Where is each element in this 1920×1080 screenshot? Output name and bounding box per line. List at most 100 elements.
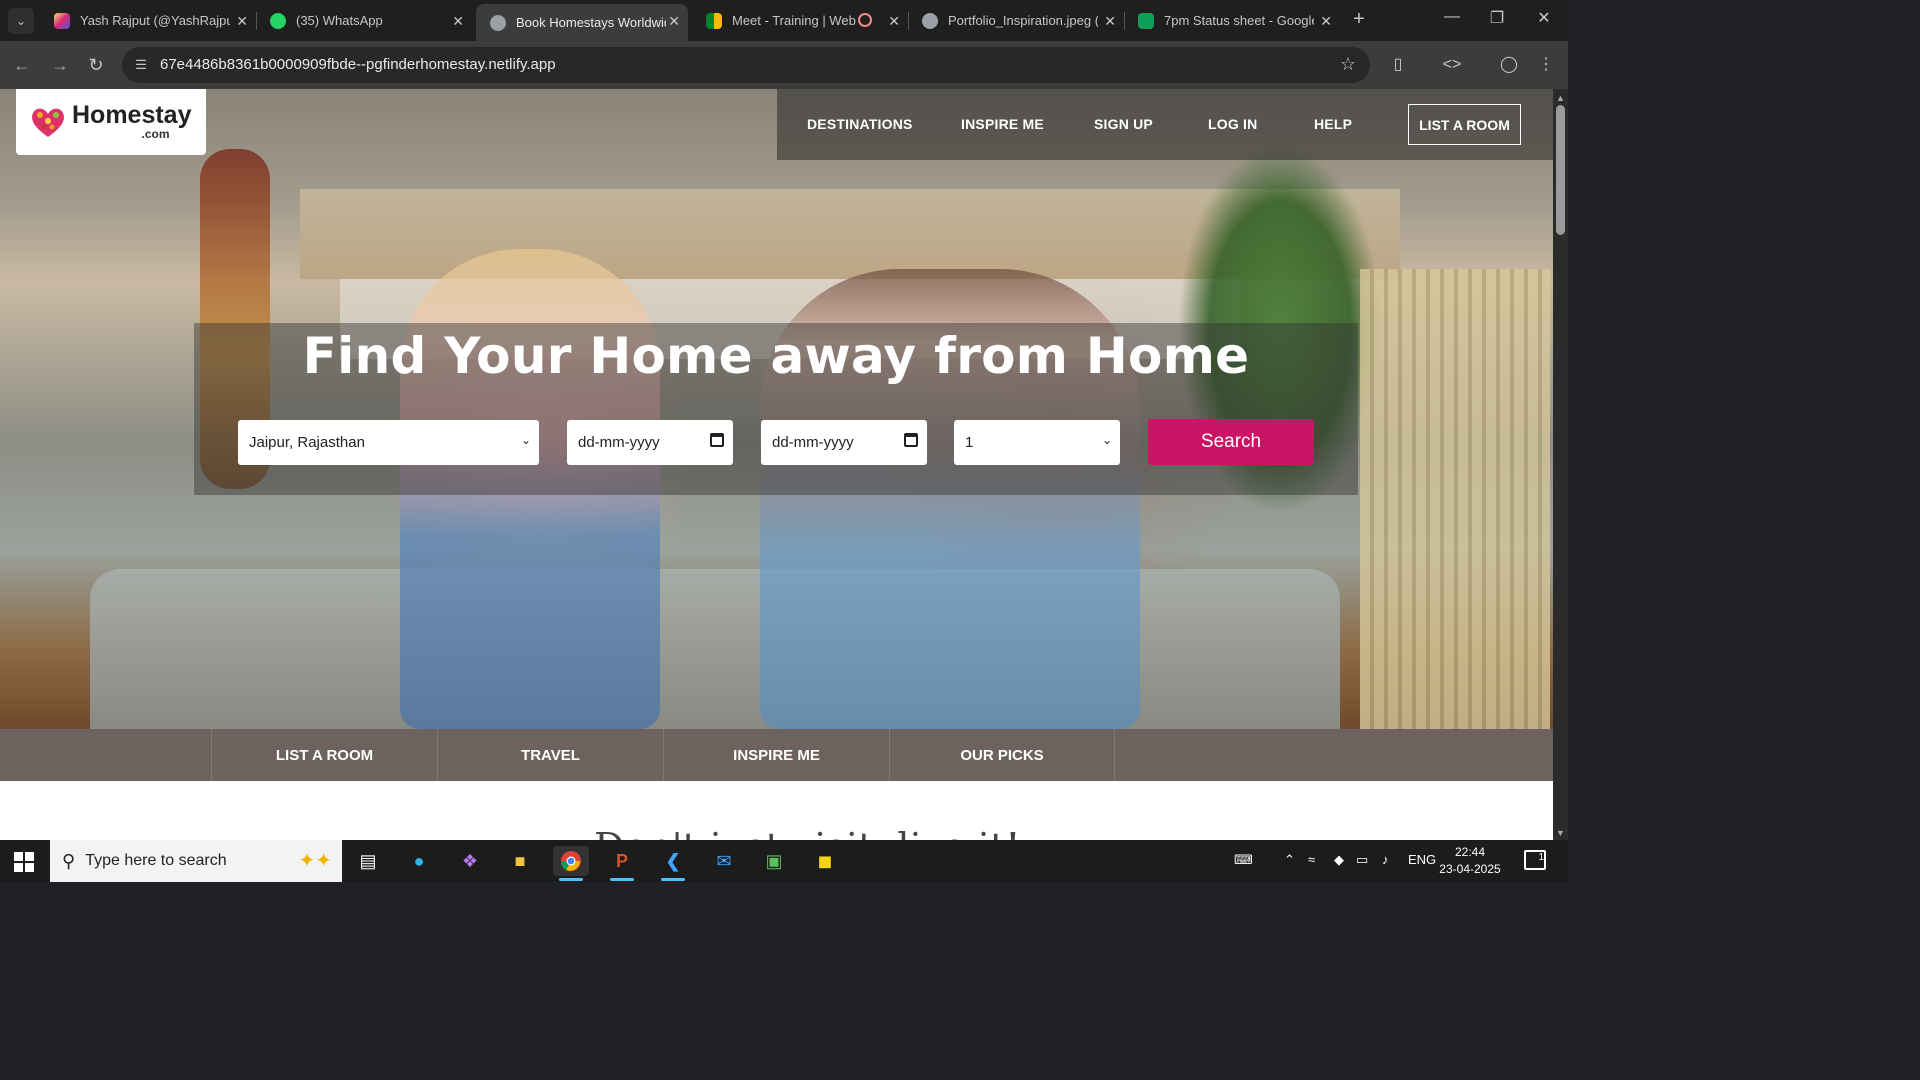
close-window-button[interactable]: ✕ (1524, 8, 1564, 28)
tab-search-button[interactable]: ⌄ (8, 8, 34, 34)
guests-value: 1 (965, 434, 974, 451)
file-explorer-icon[interactable]: ■ (502, 846, 538, 876)
speaker-icon[interactable]: ♪ (1382, 852, 1389, 867)
subnav-list-a-room[interactable]: LIST A ROOM (211, 729, 437, 781)
site-settings-icon[interactable]: ☰ (132, 56, 150, 74)
scrollbar-thumb[interactable] (1556, 105, 1565, 235)
tab-google-meet[interactable]: Meet - Training | Web D ✕ (692, 4, 908, 37)
logo-suffix: .com (141, 127, 170, 141)
tab-homestay-active[interactable]: Book Homestays Worldwide ✕ (476, 4, 688, 41)
edge-icon[interactable]: ● (401, 846, 437, 876)
calendar-icon[interactable] (710, 433, 724, 447)
bookmark-star-icon[interactable]: ☆ (1340, 54, 1356, 75)
browser-menu-icon[interactable]: ⋮ (1534, 53, 1558, 77)
keyboard-icon[interactable]: ⌨ (1234, 852, 1253, 868)
site-logo[interactable]: Homestay .com (16, 89, 206, 155)
new-tab-button[interactable]: + (1348, 8, 1370, 30)
checkin-placeholder: dd-mm-yyyy (578, 434, 660, 451)
minimize-button[interactable]: — (1432, 8, 1472, 26)
tab-close-icon[interactable]: ✕ (1320, 13, 1332, 30)
microphone-icon[interactable]: ◆ (1334, 852, 1344, 868)
back-button[interactable]: ← (10, 53, 34, 77)
nav-inspire-me[interactable]: INSPIRE ME (961, 116, 1044, 132)
wifi-icon[interactable]: ≈ (1308, 852, 1315, 867)
windows-taskbar: ⚲ Type here to search ✦✦ ▤ ● ❖ ■ P ❮ ✉ ▣… (0, 840, 1568, 882)
hero-headline: Find Your Home away from Home (302, 327, 1250, 385)
section-tagline: Don't just visit, live it! (594, 825, 1020, 840)
globe-icon (490, 14, 506, 31)
logo-text: Homestay (72, 101, 192, 129)
restore-button[interactable]: ❐ (1477, 8, 1517, 28)
checkout-date-input[interactable]: dd-mm-yyyy (761, 420, 927, 465)
tab-close-icon[interactable]: ✕ (452, 13, 464, 30)
guests-select[interactable]: 1 ⌄ (954, 420, 1120, 465)
scroll-down-arrow-icon[interactable]: ▼ (1556, 828, 1565, 838)
chrome-icon[interactable] (553, 846, 589, 881)
scroll-up-arrow-icon[interactable]: ▲ (1556, 93, 1565, 103)
hero-photo-radiator (1360, 269, 1550, 729)
content-section: Don't just visit, live it! (0, 781, 1553, 840)
language-indicator[interactable]: ENG (1408, 852, 1436, 867)
forward-button[interactable]: → (48, 53, 72, 77)
mail-icon[interactable]: ✉ (706, 846, 742, 876)
instagram-icon (54, 12, 70, 29)
address-bar[interactable]: ☰ 67e4486b8361b0000909fbde--pgfinderhome… (122, 47, 1370, 83)
vscode-icon[interactable]: ❮ (655, 846, 691, 881)
subnav-our-picks[interactable]: OUR PICKS (889, 729, 1115, 781)
devtools-code-icon[interactable]: <> (1440, 53, 1464, 77)
search-button[interactable]: Search (1148, 419, 1314, 465)
nav-destinations[interactable]: DESTINATIONS (807, 116, 913, 132)
system-clock[interactable]: 22:44 23-04-2025 (1438, 844, 1502, 878)
url-text[interactable]: 67e4486b8361b0000909fbde--pgfinderhomest… (160, 56, 556, 73)
reload-button[interactable]: ↻ (84, 53, 108, 77)
tab-close-icon[interactable]: ✕ (668, 13, 680, 30)
google-meet-icon (706, 12, 722, 29)
profile-icon[interactable]: ◯ (1497, 53, 1521, 77)
page-scrollbar[interactable]: ▲ ▼ (1553, 89, 1568, 840)
photos-app-icon[interactable]: ▣ (756, 846, 792, 876)
task-view-icon[interactable]: ▤ (350, 846, 386, 876)
tab-close-icon[interactable]: ✕ (888, 13, 900, 30)
nav-log-in[interactable]: LOG IN (1208, 116, 1257, 132)
chevron-up-icon[interactable]: ⌃ (1284, 852, 1295, 868)
location-select[interactable]: Jaipur, Rajasthan ⌄ (238, 420, 539, 465)
notification-count: 1 (1538, 852, 1544, 863)
globe-icon (922, 12, 938, 29)
sticky-notes-icon[interactable]: ◼ (807, 846, 843, 876)
secondary-navigation: LIST A ROOM TRAVEL INSPIRE ME OUR PICKS (0, 729, 1553, 781)
subnav-travel[interactable]: TRAVEL (437, 729, 663, 781)
list-a-room-button[interactable]: LIST A ROOM (1408, 104, 1521, 145)
copilot-sparkle-icon: ✦✦ (298, 850, 332, 872)
taskbar-search-box[interactable]: ⚲ Type here to search ✦✦ (50, 840, 342, 882)
tab-title: Portfolio_Inspiration.jpeg ( (948, 13, 1098, 28)
checkin-date-input[interactable]: dd-mm-yyyy (567, 420, 733, 465)
tab-portfolio[interactable]: Portfolio_Inspiration.jpeg ( ✕ (908, 4, 1124, 37)
tab-title: (35) WhatsApp (296, 13, 383, 28)
recording-icon (858, 13, 872, 27)
tab-whatsapp[interactable]: (35) WhatsApp ✕ (256, 4, 472, 37)
windows-start-icon[interactable] (14, 852, 34, 872)
calendar-icon[interactable] (904, 433, 918, 447)
notification-center-icon[interactable]: 1 (1524, 850, 1546, 870)
copilot-icon[interactable]: ❖ (452, 846, 488, 876)
tab-google-sheets[interactable]: 7pm Status sheet - Google ✕ (1124, 4, 1340, 37)
clock-date: 23-04-2025 (1439, 862, 1501, 876)
nav-help[interactable]: HELP (1314, 116, 1352, 132)
tab-close-icon[interactable]: ✕ (1104, 13, 1116, 30)
search-icon: ⚲ (62, 850, 76, 871)
hero-photo-sofa (90, 569, 1340, 729)
browser-toolbar: ← → ↻ ☰ 67e4486b8361b0000909fbde--pgfind… (0, 41, 1568, 89)
taskbar-search-placeholder: Type here to search (85, 852, 227, 869)
tab-title: Meet - Training | Web D (732, 13, 860, 28)
chevron-down-icon: ⌄ (520, 433, 531, 447)
nav-sign-up[interactable]: SIGN UP (1094, 116, 1153, 132)
battery-icon[interactable]: ▭ (1356, 852, 1368, 868)
subnav-inspire-me[interactable]: INSPIRE ME (663, 729, 889, 781)
clock-time: 22:44 (1454, 845, 1486, 859)
tab-title: Yash Rajput (@YashRajput7 (80, 13, 230, 28)
tab-instagram[interactable]: Yash Rajput (@YashRajput7 ✕ (40, 4, 256, 37)
powerpoint-icon[interactable]: P (604, 846, 640, 881)
google-sheets-icon (1138, 12, 1154, 29)
tab-close-icon[interactable]: ✕ (236, 13, 248, 30)
extensions-icon[interactable]: ▯ (1386, 53, 1410, 77)
